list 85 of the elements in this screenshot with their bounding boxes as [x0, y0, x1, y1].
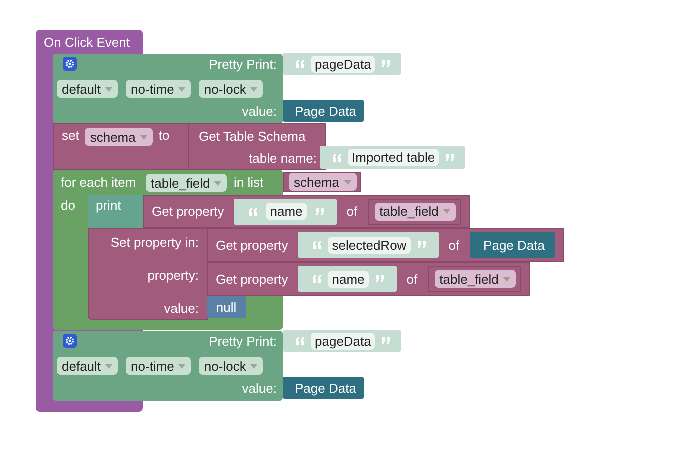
- input-label: value:: [242, 381, 277, 396]
- block-label: Get Table Schema: [199, 129, 306, 144]
- caret-icon: [105, 86, 114, 92]
- block-label: to: [158, 128, 170, 143]
- close-quote-icon: [314, 208, 325, 216]
- variable-block[interactable]: schema: [283, 172, 361, 192]
- caret-icon: [140, 134, 148, 140]
- text-block[interactable]: selectedRow: [298, 232, 439, 258]
- dropdown[interactable]: no-lock: [199, 80, 264, 98]
- caret-icon: [442, 209, 451, 214]
- text-value[interactable]: Imported table: [348, 149, 440, 166]
- block-label: of: [346, 204, 358, 219]
- block-label: Get property: [216, 238, 288, 252]
- data-block[interactable]: Page Data: [470, 232, 555, 258]
- pretty-print-block[interactable]: Pretty Print: default no-time no-lock value:: [53, 331, 283, 401]
- settings-icon[interactable]: [63, 334, 77, 348]
- open-quote-icon: [295, 60, 305, 68]
- close-quote-icon: [416, 241, 427, 249]
- set-property-block[interactable]: Set property in: property: value:: [88, 228, 208, 320]
- variable-dropdown[interactable]: table_field: [146, 174, 228, 192]
- settings-icon[interactable]: [63, 57, 77, 71]
- caret-icon: [105, 364, 114, 368]
- dropdown[interactable]: no-lock: [199, 357, 264, 375]
- text-value[interactable]: pageData: [311, 56, 376, 72]
- dropdown[interactable]: no-time: [126, 80, 192, 98]
- get-property-block[interactable]: Get property name of table_field: [207, 262, 530, 296]
- caret-icon: [214, 180, 222, 186]
- caret-icon: [250, 86, 258, 92]
- set-variable-block[interactable]: set schema to: [53, 123, 189, 170]
- event-title: On Click Event: [44, 35, 130, 50]
- pretty-print-block[interactable]: Pretty Print: default no-time no-lock value:: [53, 54, 283, 124]
- caret-icon: [502, 276, 511, 282]
- block-label: Pretty Print:: [209, 57, 277, 72]
- caret-icon: [250, 364, 258, 368]
- input-label: value:: [164, 301, 199, 316]
- text-value[interactable]: name: [266, 203, 307, 220]
- block-label: Get property: [152, 204, 224, 219]
- variable-dropdown[interactable]: table_field: [374, 202, 456, 220]
- variable-block[interactable]: table_field: [428, 266, 521, 292]
- block-label: set: [62, 128, 80, 143]
- text-block[interactable]: Imported table: [320, 146, 466, 169]
- text-block[interactable]: name: [298, 266, 397, 292]
- variable-dropdown[interactable]: schema: [289, 173, 357, 191]
- data-block[interactable]: Page Data: [283, 100, 364, 122]
- dropdown[interactable]: no-time: [126, 357, 192, 375]
- variable-block[interactable]: table_field: [368, 198, 461, 224]
- open-quote-icon: [312, 275, 322, 283]
- text-block[interactable]: pageData: [283, 53, 402, 75]
- data-block[interactable]: Page Data: [283, 377, 364, 399]
- caret-icon: [178, 364, 186, 368]
- text-value[interactable]: name: [328, 270, 369, 288]
- open-quote-icon: [312, 241, 322, 249]
- text-value[interactable]: pageData: [311, 332, 376, 350]
- close-quote-icon: [381, 60, 392, 68]
- close-quote-icon: [374, 275, 385, 283]
- open-quote-icon: [248, 208, 258, 216]
- block-label: do: [61, 198, 76, 213]
- null-block[interactable]: null: [207, 296, 246, 318]
- open-quote-icon: [295, 337, 305, 345]
- caret-icon: [344, 180, 352, 184]
- open-quote-icon: [332, 154, 342, 162]
- dropdown[interactable]: default: [57, 80, 118, 98]
- variable-dropdown[interactable]: table_field: [434, 270, 516, 288]
- input-label: table name:: [249, 151, 317, 166]
- caret-icon: [178, 86, 186, 92]
- get-property-block[interactable]: Get property name of table_field: [143, 195, 470, 228]
- dropdown[interactable]: default: [57, 357, 118, 375]
- close-quote-icon: [445, 154, 456, 162]
- input-label: value:: [242, 104, 277, 119]
- block-label: Pretty Print:: [209, 334, 277, 349]
- block-label: Get property: [216, 272, 288, 286]
- input-label: property:: [148, 268, 199, 283]
- block-label: for each item: [61, 175, 136, 190]
- block-label: in list: [234, 175, 264, 190]
- block-label: print: [96, 198, 122, 213]
- get-property-block[interactable]: Get property selectedRow of Page Data: [207, 228, 564, 262]
- text-block[interactable]: pageData: [283, 330, 402, 352]
- input-label: Set property in:: [110, 235, 199, 250]
- text-value[interactable]: selectedRow: [328, 236, 411, 254]
- get-table-schema-block[interactable]: Get Table Schema table name:: [188, 123, 326, 170]
- variable-dropdown[interactable]: schema: [85, 128, 153, 146]
- close-quote-icon: [381, 337, 392, 345]
- text-block[interactable]: name: [234, 198, 337, 224]
- block-label: of: [448, 238, 460, 252]
- block-label: of: [406, 272, 418, 286]
